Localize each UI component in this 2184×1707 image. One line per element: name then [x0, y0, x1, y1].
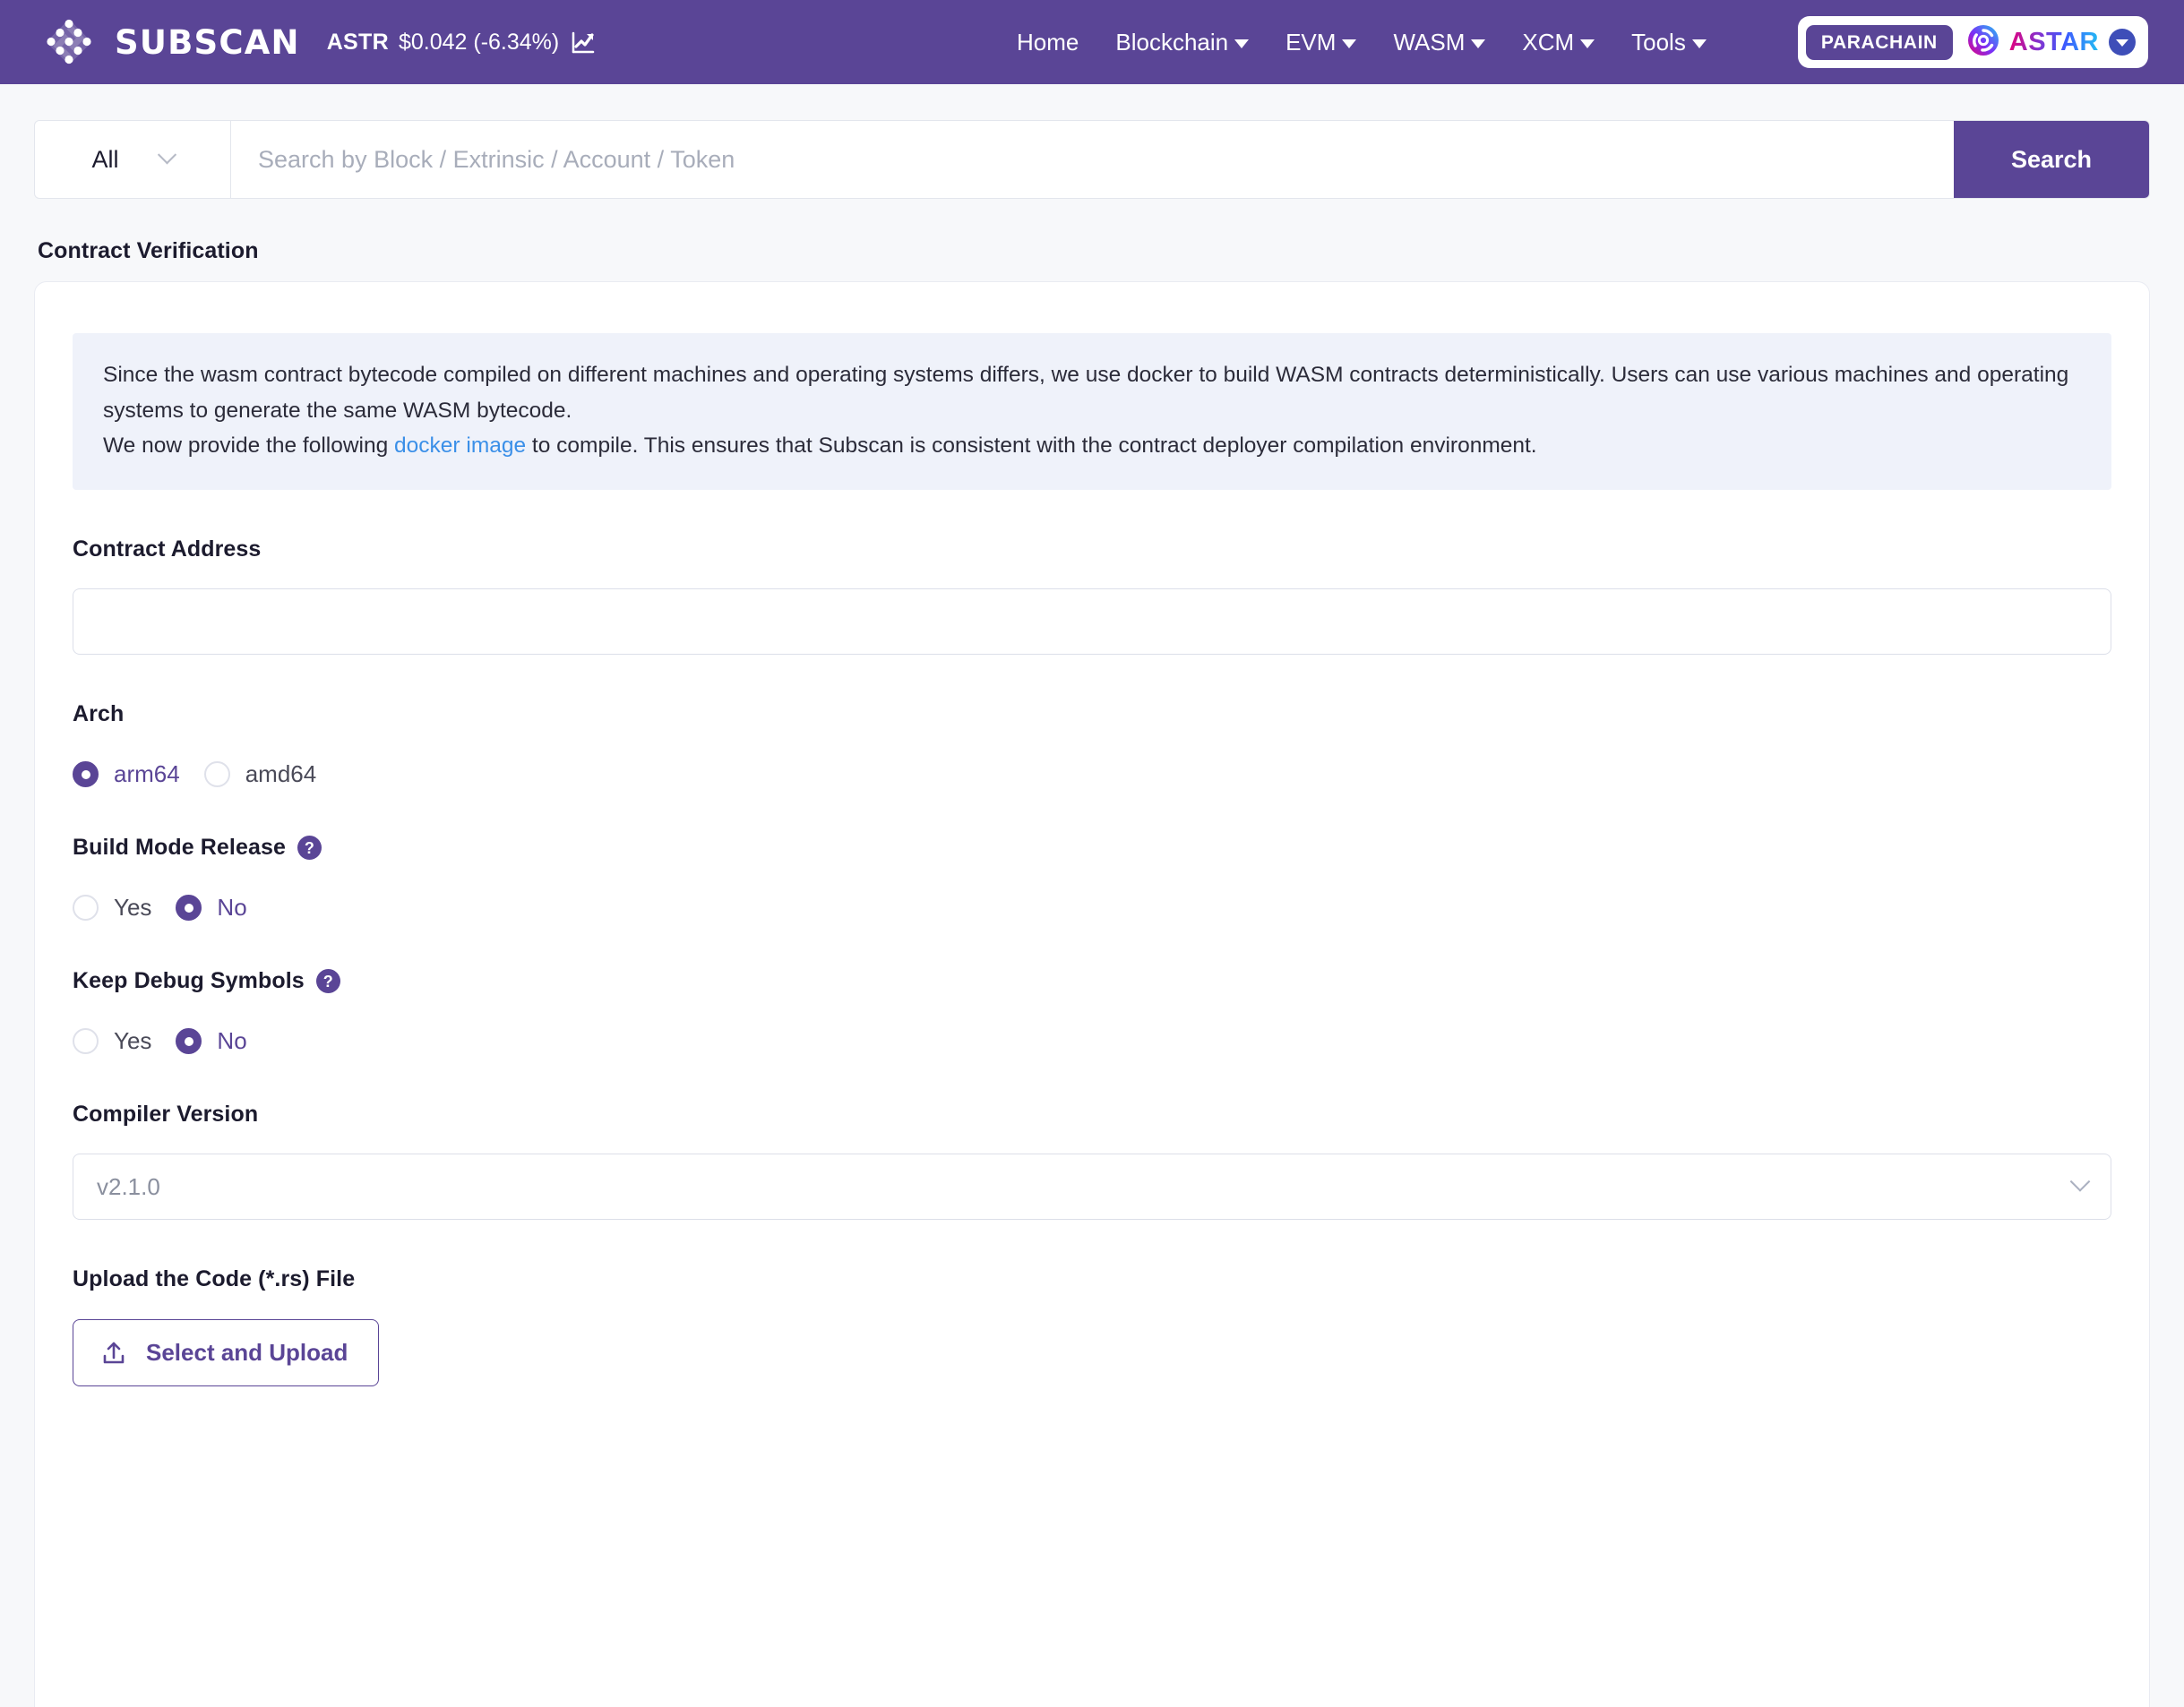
build-mode-release-radio-no[interactable]: No — [176, 894, 246, 922]
select-and-upload-button[interactable]: Select and Upload — [73, 1319, 379, 1386]
nav-item-wasm[interactable]: WASM — [1393, 29, 1485, 56]
search-section: All Search — [0, 84, 2184, 199]
build-mode-release-label-text: Build Mode Release — [73, 835, 286, 861]
compiler-version-select[interactable]: v2.1.0 — [73, 1154, 2111, 1220]
nav-item-blockchain[interactable]: Blockchain — [1115, 29, 1249, 56]
radio-unselected-icon — [204, 761, 230, 787]
keep-debug-symbols-radio-group: Yes No — [73, 1027, 2111, 1055]
build-mode-release-radio-label: No — [217, 894, 246, 922]
token-symbol: ASTR — [327, 30, 389, 56]
upload-code-field: Upload the Code (*.rs) File Select and U… — [73, 1266, 2111, 1386]
notice-line2-suffix: to compile. This ensures that Subscan is… — [526, 433, 1536, 458]
docker-image-link[interactable]: docker image — [394, 433, 526, 458]
chevron-down-icon — [1580, 39, 1595, 48]
chevron-down-icon — [1342, 39, 1356, 48]
parachain-badge: PARACHAIN — [1806, 25, 1953, 60]
build-mode-release-label: Build Mode Release ? — [73, 835, 2111, 861]
brand-logo-link[interactable]: SUBSCAN — [41, 14, 300, 70]
keep-debug-symbols-label: Keep Debug Symbols ? — [73, 968, 2111, 994]
question-mark-icon[interactable]: ? — [316, 969, 340, 993]
contract-address-label: Contract Address — [73, 536, 2111, 562]
contract-verification-card: Since the wasm contract bytecode compile… — [34, 281, 2150, 1707]
search-scope-select[interactable]: All — [35, 121, 231, 198]
keep-debug-symbols-radio-label: No — [217, 1027, 246, 1055]
select-and-upload-label: Select and Upload — [146, 1339, 348, 1367]
build-mode-release-radio-yes[interactable]: Yes — [73, 894, 151, 922]
notice-paragraph-2: We now provide the following docker imag… — [103, 428, 2081, 464]
keep-debug-symbols-radio-no[interactable]: No — [176, 1027, 246, 1055]
compiler-version-field: Compiler Version v2.1.0 — [73, 1102, 2111, 1220]
upload-code-label: Upload the Code (*.rs) File — [73, 1266, 2111, 1292]
arch-radio-amd64[interactable]: amd64 — [204, 760, 317, 788]
subscan-diamond-logo-icon — [41, 14, 97, 70]
build-mode-release-radio-group: Yes No — [73, 894, 2111, 922]
nav-item-xcm[interactable]: XCM — [1522, 29, 1595, 56]
contract-address-input[interactable] — [73, 588, 2111, 655]
nav-item-home[interactable]: Home — [1017, 29, 1079, 56]
main-navigation: Home Blockchain EVM WASM XCM Tools — [1017, 29, 1707, 56]
site-header: SUBSCAN ASTR $0.042 (-6.34%) Home Blockc… — [0, 0, 2184, 84]
nav-item-label: Blockchain — [1115, 29, 1228, 56]
nav-item-evm[interactable]: EVM — [1285, 29, 1356, 56]
keep-debug-symbols-field: Keep Debug Symbols ? Yes No — [73, 968, 2111, 1055]
contract-address-field: Contract Address — [73, 536, 2111, 655]
token-price-ticker[interactable]: ASTR $0.042 (-6.34%) — [327, 30, 597, 56]
arch-radio-arm64[interactable]: arm64 — [73, 760, 180, 788]
notice-line2-prefix: We now provide the following — [103, 433, 394, 458]
upload-icon — [100, 1340, 127, 1367]
token-price: $0.042 (-6.34%) — [399, 30, 559, 56]
radio-selected-icon — [73, 761, 99, 787]
chevron-down-icon[interactable] — [2109, 29, 2136, 56]
keep-debug-symbols-radio-label: Yes — [114, 1027, 151, 1055]
chart-line-up-icon[interactable] — [571, 30, 596, 55]
radio-selected-icon — [176, 1028, 202, 1054]
radio-selected-icon — [176, 895, 202, 921]
notice-paragraph-1: Since the wasm contract bytecode compile… — [103, 357, 2081, 428]
compiler-version-label: Compiler Version — [73, 1102, 2111, 1128]
radio-unselected-icon — [73, 895, 99, 921]
radio-unselected-icon — [73, 1028, 99, 1054]
nav-item-label: XCM — [1522, 29, 1574, 56]
brand-name: SUBSCAN — [115, 26, 300, 59]
page-title: Contract Verification — [0, 199, 2184, 264]
chevron-down-icon — [1471, 39, 1485, 48]
keep-debug-symbols-label-text: Keep Debug Symbols — [73, 968, 305, 994]
question-mark-icon[interactable]: ? — [297, 836, 322, 860]
chevron-down-icon — [2070, 1171, 2091, 1192]
search-bar: All Search — [34, 120, 2150, 199]
search-button[interactable]: Search — [1954, 121, 2149, 198]
nav-item-label: Home — [1017, 29, 1079, 56]
nav-item-label: Tools — [1631, 29, 1686, 56]
arch-field: Arch arm64 amd64 — [73, 701, 2111, 788]
search-input[interactable] — [231, 121, 1954, 198]
build-mode-release-radio-label: Yes — [114, 894, 151, 922]
nav-item-label: WASM — [1393, 29, 1465, 56]
chevron-down-icon — [1692, 39, 1707, 48]
search-scope-value: All — [91, 146, 118, 174]
arch-label: Arch — [73, 701, 2111, 727]
build-mode-release-field: Build Mode Release ? Yes No — [73, 835, 2111, 922]
nav-item-label: EVM — [1285, 29, 1336, 56]
astar-logo-icon — [1967, 24, 1999, 61]
docker-notice-banner: Since the wasm contract bytecode compile… — [73, 333, 2111, 490]
chain-name: ASTAR — [2009, 30, 2099, 56]
compiler-version-value: v2.1.0 — [97, 1173, 160, 1201]
arch-radio-label: arm64 — [114, 760, 180, 788]
nav-item-tools[interactable]: Tools — [1631, 29, 1707, 56]
keep-debug-symbols-radio-yes[interactable]: Yes — [73, 1027, 151, 1055]
arch-radio-label: amd64 — [245, 760, 317, 788]
chevron-down-icon — [157, 145, 176, 164]
arch-radio-group: arm64 amd64 — [73, 760, 2111, 788]
chain-switcher[interactable]: PARACHAIN — [1798, 16, 2148, 68]
chevron-down-icon — [1234, 39, 1249, 48]
